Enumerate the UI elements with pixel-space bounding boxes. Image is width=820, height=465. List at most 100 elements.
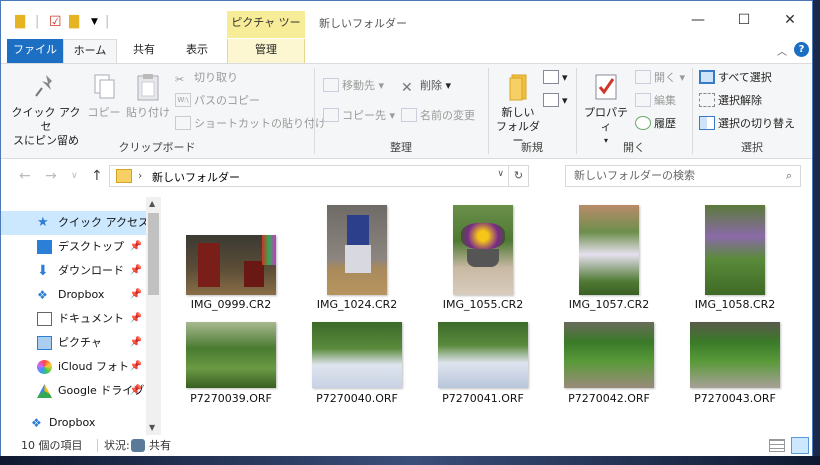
address-bar[interactable]: › 新しいフォルダー ∨ ↻: [109, 165, 529, 187]
shared-status: 共有: [149, 439, 171, 452]
copy-to-label: コピー先: [342, 109, 386, 122]
tab-home[interactable]: ホーム: [63, 39, 117, 63]
search-input[interactable]: 新しいフォルダーの検索 ⌕: [565, 165, 801, 187]
file-item[interactable]: IMG_1024.CR2: [302, 205, 412, 315]
history-button[interactable]: 履歴: [635, 114, 676, 134]
file-thumbnail: [438, 322, 528, 388]
nav-label: Dropbox: [58, 288, 105, 301]
delete-button[interactable]: ✕ 削除 ▾: [401, 76, 451, 96]
file-item[interactable]: P7270039.ORF: [176, 322, 286, 408]
nav-item-dropbox-root[interactable]: ❖ Dropbox: [0, 411, 140, 435]
file-item[interactable]: IMG_1057.CR2: [554, 205, 664, 315]
properties-button[interactable]: プロパティ ▾: [579, 68, 633, 148]
tab-share[interactable]: 共有: [119, 39, 169, 63]
ribbon: クイック アクセ スにピン留め コピー 貼り付け ✂ 切り取り W:\ パスのコピー…: [1, 63, 812, 159]
file-item[interactable]: IMG_1058.CR2: [680, 205, 790, 315]
status-label: 状況:: [104, 439, 130, 452]
easy-access-button[interactable]: ▾: [543, 91, 568, 111]
navigation-pane: ★ クイック アクセス デスクトップ 📌 ⬇ ダウンロード 📌 ❖ Dropbo…: [1, 197, 161, 435]
file-item[interactable]: P7270042.ORF: [554, 322, 664, 408]
customize-quick-access-icon[interactable]: ▼: [91, 13, 98, 31]
paste-button[interactable]: 貼り付け: [125, 68, 171, 120]
nav-label: デスクトップ: [58, 240, 124, 253]
ribbon-collapse-icon[interactable]: ︿: [777, 43, 787, 58]
refresh-icon[interactable]: ↻: [508, 166, 528, 186]
dropbox-icon: ❖: [31, 416, 42, 430]
file-thumbnail: [327, 205, 387, 295]
nav-label: Dropbox: [49, 416, 96, 429]
select-all-button[interactable]: すべて選択: [699, 68, 772, 88]
back-arrow-icon[interactable]: ←: [19, 168, 31, 184]
pin-icon: 📌: [129, 313, 142, 324]
details-view-icon[interactable]: [769, 439, 785, 452]
edit-button[interactable]: 編集: [635, 91, 676, 111]
rename-label: 名前の変更: [420, 109, 475, 122]
nav-item-dropbox[interactable]: ❖ Dropbox 📌: [1, 283, 146, 307]
file-name: IMG_1058.CR2: [694, 298, 776, 311]
shared-users-icon: [131, 439, 145, 452]
breadcrumb-current[interactable]: 新しいフォルダー: [152, 169, 240, 185]
file-item[interactable]: IMG_1055.CR2: [428, 205, 538, 315]
maximize-button[interactable]: ☐: [721, 1, 767, 39]
file-thumbnail: [705, 205, 765, 295]
tab-file[interactable]: ファイル: [7, 39, 63, 63]
document-icon: [37, 312, 52, 326]
status-divider: [97, 439, 98, 452]
rename-button[interactable]: 名前の変更: [401, 106, 475, 126]
scrollbar-thumb[interactable]: [148, 213, 159, 295]
pin-to-quick-access-button[interactable]: クイック アクセ スにピン留め: [9, 68, 83, 148]
nav-item-google-drive[interactable]: Google ドライブ 📌: [1, 379, 146, 403]
history-icon: [635, 116, 651, 130]
copy-path-icon: W:\: [175, 93, 191, 107]
select-none-button[interactable]: 選択解除: [699, 91, 762, 111]
properties-icon[interactable]: ☑: [49, 13, 62, 31]
nav-item-desktop[interactable]: デスクトップ 📌: [1, 235, 146, 259]
open-button[interactable]: 開く ▾: [635, 68, 685, 88]
desktop-background: [0, 456, 820, 465]
nav-item-pictures[interactable]: ピクチャ 📌: [1, 331, 146, 355]
file-item[interactable]: P7270041.ORF: [428, 322, 538, 408]
cut-button[interactable]: ✂ 切り取り: [175, 68, 238, 88]
search-icon: ⌕: [785, 169, 792, 182]
breadcrumb-chevron-icon[interactable]: ›: [138, 169, 142, 182]
nav-item-quick-access[interactable]: ★ クイック アクセス: [1, 211, 146, 235]
paste-icon: [134, 72, 162, 102]
item-count: 10 個の項目: [21, 439, 83, 452]
copy-path-button[interactable]: W:\ パスのコピー: [175, 91, 260, 111]
recent-locations-icon[interactable]: ∨: [71, 171, 78, 181]
scroll-up-icon[interactable]: ▲: [149, 199, 155, 208]
tab-view[interactable]: 表示: [171, 39, 223, 63]
tab-manage[interactable]: 管理: [227, 39, 305, 63]
file-item[interactable]: IMG_0999.CR2: [176, 205, 286, 315]
dropbox-icon: ❖: [37, 288, 48, 302]
close-button[interactable]: ✕: [767, 1, 813, 39]
address-dropdown-icon[interactable]: ∨: [497, 169, 504, 179]
easy-access-icon: [543, 93, 559, 107]
new-item-button[interactable]: ▾: [543, 68, 568, 88]
open-label: 開く: [654, 71, 676, 84]
large-icons-view-icon[interactable]: [791, 437, 809, 454]
move-to-button[interactable]: 移動先 ▾: [323, 76, 384, 96]
minimize-button[interactable]: —: [675, 1, 721, 39]
copy-to-button[interactable]: コピー先 ▾: [323, 106, 395, 126]
forward-arrow-icon[interactable]: →: [45, 168, 57, 184]
paste-shortcut-button[interactable]: ショートカットの貼り付け: [175, 114, 326, 134]
new-folder-button[interactable]: 新しい フォルダー: [493, 68, 543, 148]
nav-scrollbar[interactable]: ▲ ▼: [146, 197, 161, 435]
invert-selection-button[interactable]: 選択の切り替え: [699, 114, 795, 134]
file-item[interactable]: P7270043.ORF: [680, 322, 790, 408]
copy-icon: [90, 72, 118, 102]
search-placeholder: 新しいフォルダーの検索: [574, 169, 695, 182]
file-name: IMG_0999.CR2: [190, 298, 272, 311]
file-item[interactable]: P7270040.ORF: [302, 322, 412, 408]
properties-label: プロパティ: [584, 106, 628, 133]
new-folder-icon[interactable]: ▇: [69, 13, 79, 31]
nav-item-downloads[interactable]: ⬇ ダウンロード 📌: [1, 259, 146, 283]
edit-label: 編集: [654, 94, 676, 107]
up-arrow-icon[interactable]: ↑: [91, 168, 103, 184]
nav-item-documents[interactable]: ドキュメント 📌: [1, 307, 146, 331]
copy-button[interactable]: コピー: [87, 68, 121, 120]
help-icon[interactable]: ?: [794, 42, 809, 57]
scroll-down-icon[interactable]: ▼: [149, 423, 155, 432]
nav-item-icloud-photos[interactable]: iCloud フォト 📌: [1, 355, 146, 379]
